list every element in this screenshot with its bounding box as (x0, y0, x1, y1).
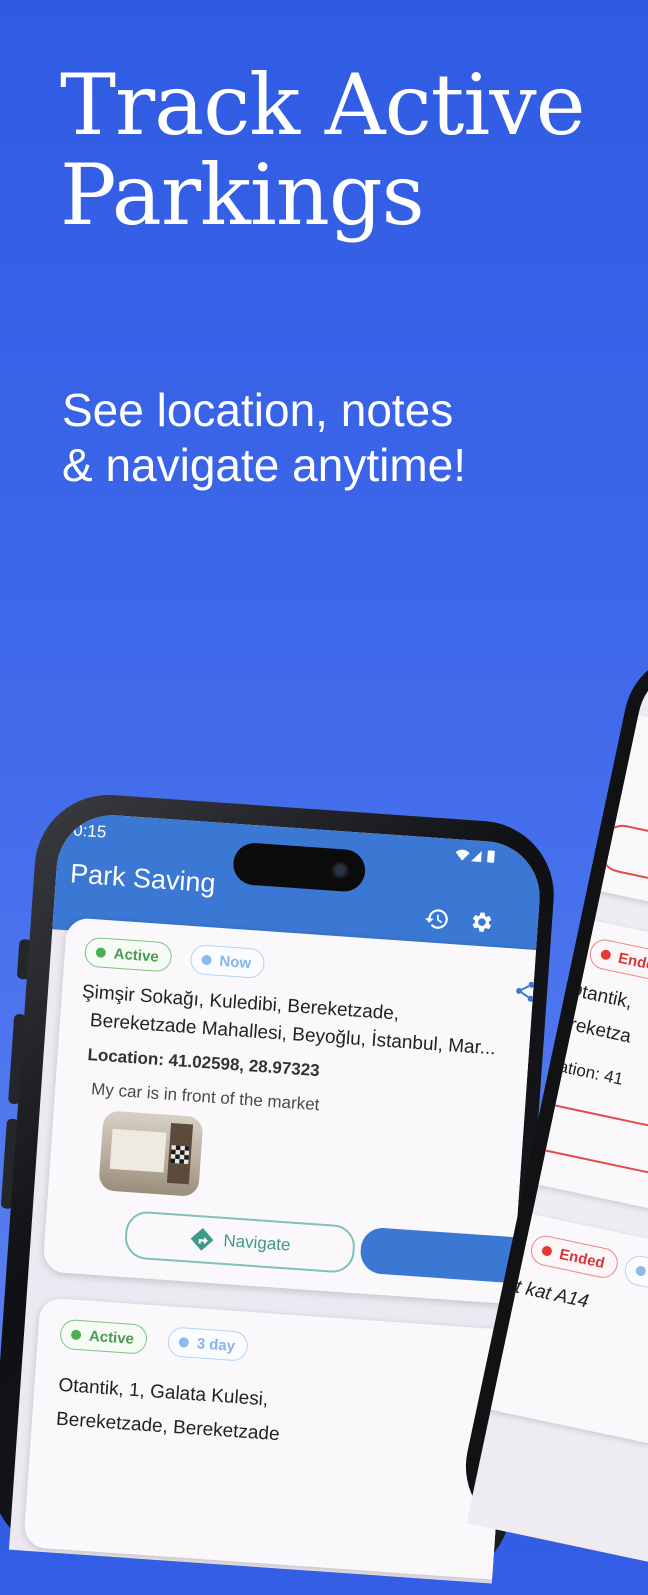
location-coordinates: Location: 41 (530, 1050, 625, 1089)
navigate-button[interactable]: Navigate (123, 1210, 357, 1275)
status-dot (599, 948, 612, 961)
parking-card[interactable]: Active Now Şimşir Sokağı, Kuledibi, Bere… (42, 917, 544, 1306)
status-label: Ended (557, 1245, 607, 1272)
status-label: Ended (616, 949, 648, 976)
status-dot (70, 1329, 82, 1341)
time-label: 3 day (196, 1334, 236, 1355)
camera-icon (330, 860, 350, 880)
hero-subtitle-line1: See location, notes (62, 384, 454, 436)
hero-subtitle: See location, notes & navigate anytime! (62, 383, 466, 493)
directions-icon (191, 1228, 214, 1251)
photo-window (109, 1128, 167, 1173)
time-badge: 3 (622, 1252, 648, 1293)
status-badge: Ended (528, 1233, 621, 1281)
hero-title: Track Active Parkings (60, 56, 585, 244)
status-label: Active (88, 1327, 135, 1348)
status-badge: Active (59, 1318, 148, 1355)
hero-title-line2: Parkings (60, 146, 425, 244)
gear-icon[interactable] (467, 908, 495, 936)
hero-title-line1: Track Active (60, 56, 585, 154)
status-dot (95, 947, 107, 958)
status-dot (541, 1245, 553, 1257)
status-badge: Active (83, 936, 173, 973)
photo-chessboard (170, 1145, 190, 1165)
navigate-label: Navigate (222, 1230, 292, 1255)
time-dot (634, 1265, 647, 1277)
history-icon[interactable] (423, 905, 451, 933)
signal-battery-icon (455, 849, 495, 863)
status-icons (454, 847, 501, 867)
time-label: Now (218, 952, 252, 972)
parking-card[interactable]: Active 3 day Otantik, 1, Galata Kulesi, … (23, 1297, 530, 1581)
app-title: Park Saving (69, 858, 217, 899)
time-dot (178, 1337, 190, 1348)
time-badge: 3 day (166, 1326, 250, 1362)
time-dot (201, 954, 212, 966)
status-time: 0:15 (72, 820, 107, 842)
status-label: Active (113, 945, 160, 966)
hero-subtitle-line2: & navigate anytime! (62, 439, 467, 491)
location-coordinates: Location: 41.02598, 28.97323 (87, 1044, 321, 1081)
parking-address: Otantik, 1, Galata Kulesi, Bereketzade, … (55, 1369, 529, 1470)
parking-note: My car is in front of the market (90, 1079, 321, 1115)
time-badge: Now (189, 943, 266, 980)
status-badge: Ended (587, 936, 648, 985)
parking-photo[interactable] (98, 1110, 204, 1198)
dynamic-island (231, 841, 367, 893)
